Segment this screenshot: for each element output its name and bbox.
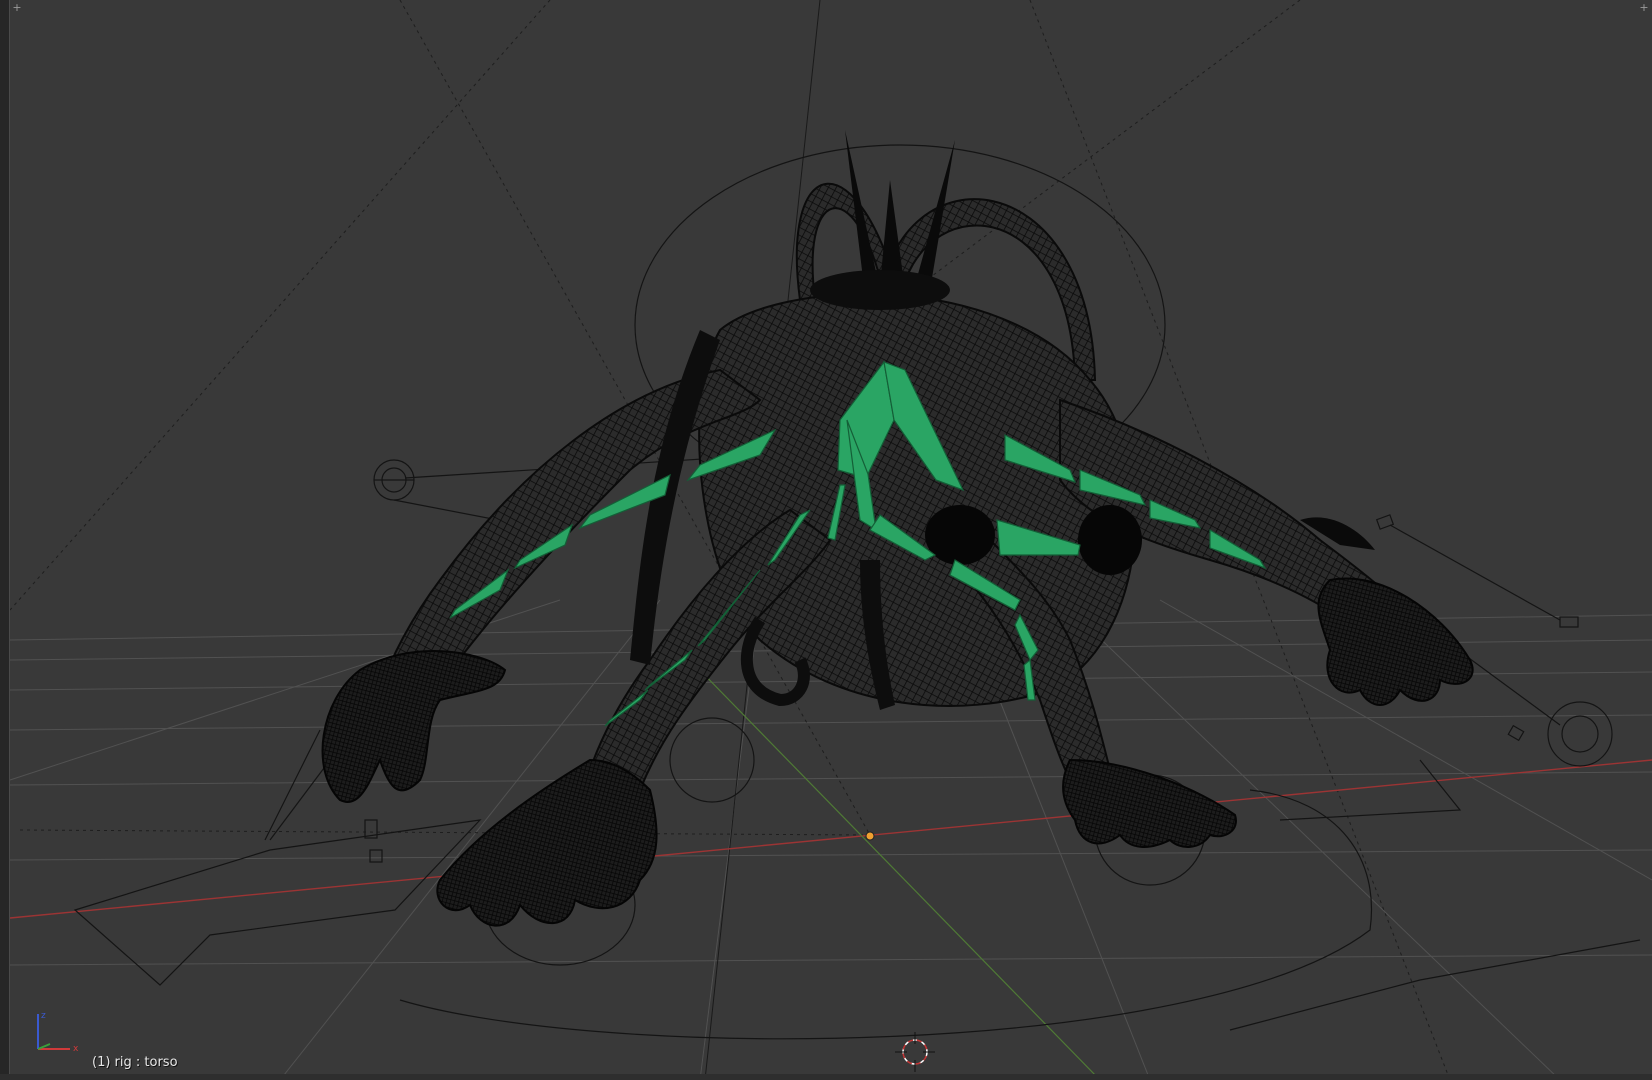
y-axis-line [689,659,1101,1080]
object-origin-dot[interactable] [865,831,875,841]
x-axis-line [9,759,1652,919]
axis-gizmo-z-label: z [41,1011,46,1021]
viewport-split-icon[interactable]: + [1636,0,1652,16]
viewport-bottom-border [0,1074,1652,1080]
axis-gizmo-x-label: x [73,1044,79,1054]
axis-gizmo: z x [37,1011,79,1054]
active-object-info: (1) rig : torso [92,1055,178,1070]
viewport-split-icon[interactable]: + [9,0,25,16]
3d-cursor[interactable] [895,1032,935,1072]
viewport-scene[interactable] [0,0,1652,1080]
viewport-left-border [0,0,10,1080]
3d-viewport[interactable]: + + z x (1) rig : torso [0,0,1652,1080]
